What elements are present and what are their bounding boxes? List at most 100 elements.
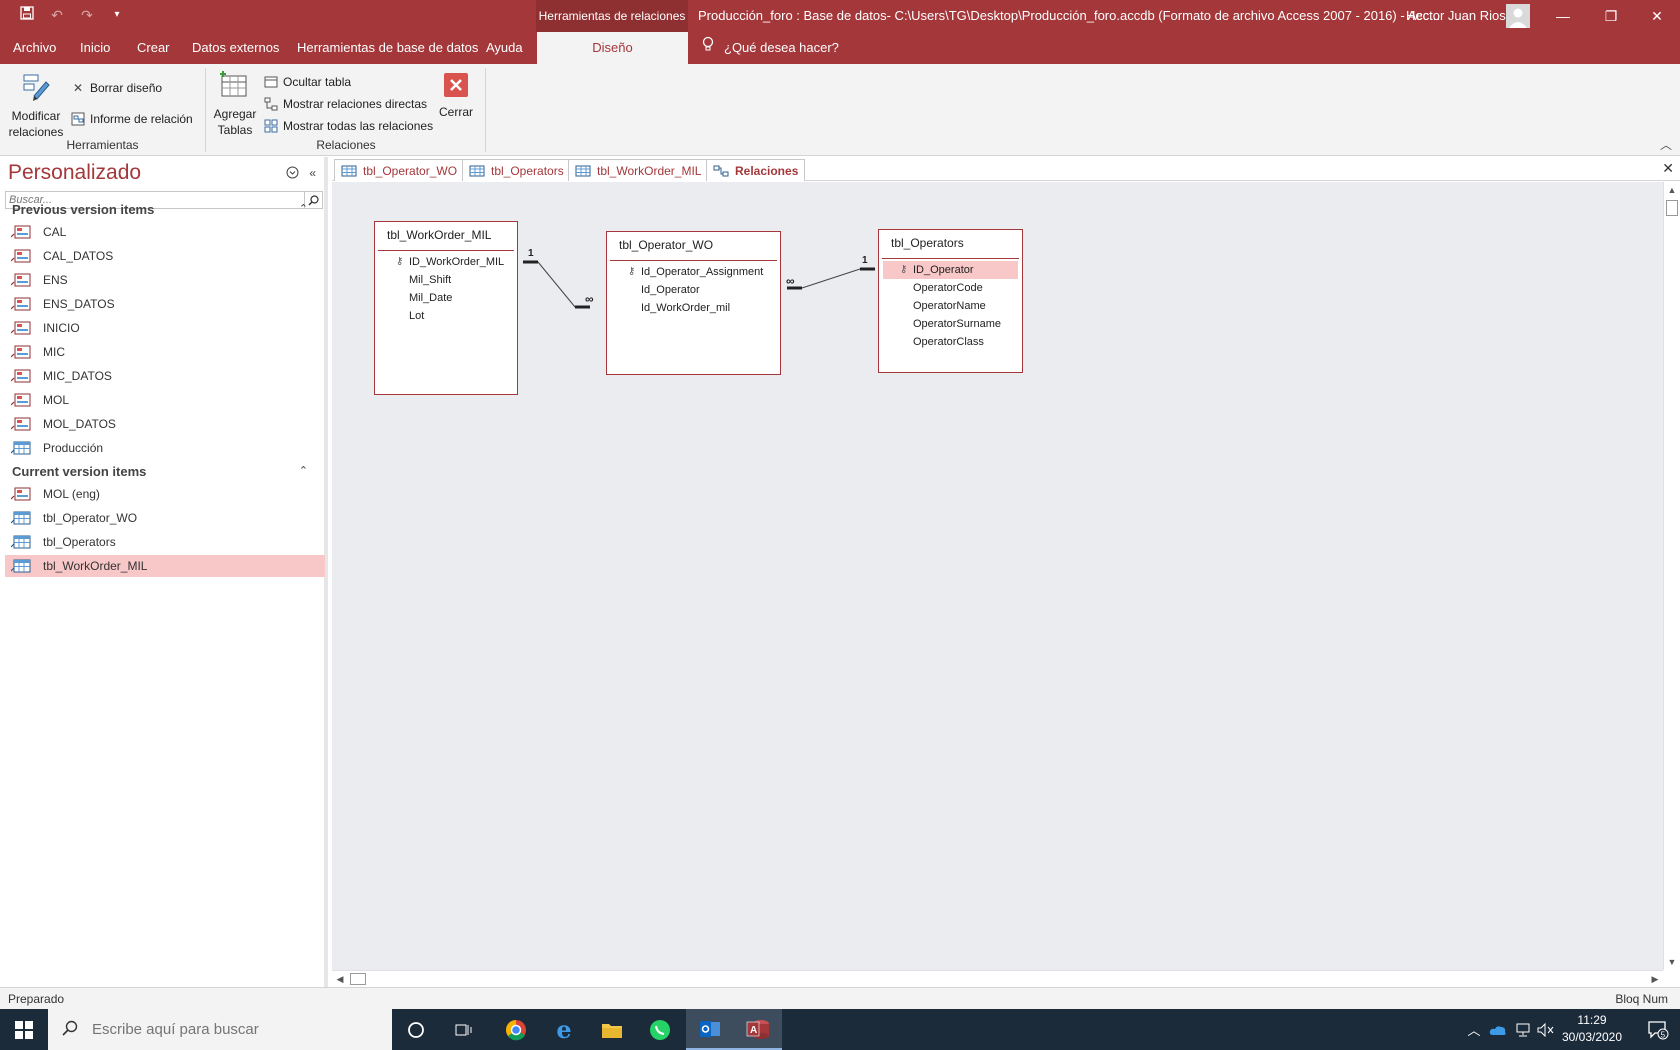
tab-herramientas-bd[interactable]: Herramientas de base de datos [293,32,482,64]
edge-icon[interactable]: e [540,1009,588,1050]
customize-qat-icon[interactable]: ▾ [108,6,126,24]
field-id-workorder-mil[interactable]: ⚷ ID_WorkOrder_MIL [379,253,513,271]
field-id-operator-assignment[interactable]: ⚷ Id_Operator_Assignment [611,263,776,281]
restore-button[interactable]: ❐ [1588,0,1634,32]
scroll-up-icon[interactable]: ▲ [1664,182,1680,198]
borrar-diseno-button[interactable]: ✕ Borrar diseño [70,80,162,96]
scroll-left-icon[interactable]: ◀ [332,971,348,987]
scroll-down-icon[interactable]: ▼ [1664,954,1680,970]
tab-datos-externos[interactable]: Datos externos [188,32,283,64]
undo-icon[interactable]: ↶ [48,6,66,24]
mostrar-directas-button[interactable]: Mostrar relaciones directas [263,96,427,112]
relationship-workorder-operatorwo[interactable] [523,260,590,309]
tab-diseno[interactable]: Diseño [537,32,688,64]
onedrive-icon[interactable] [1486,1009,1510,1050]
nav-section-header[interactable]: Previous version items ⌃ [0,199,324,221]
tab-ayuda[interactable]: Ayuda [482,32,527,64]
doc-tab-relaciones[interactable]: Relaciones [706,159,806,181]
field-lot[interactable]: Lot [379,307,513,325]
close-window-button[interactable]: ✕ [1634,0,1680,32]
nav-item-ens[interactable]: ENS [5,269,325,291]
notification-center-icon[interactable]: 5 [1636,1009,1680,1050]
nav-item-mol-eng-[interactable]: MOL (eng) [5,483,325,505]
nav-item-tbl-operator-wo[interactable]: tbl_Operator_WO [5,507,325,529]
taskbar-search-input[interactable] [92,1021,372,1038]
windows-start-icon[interactable] [0,1009,48,1050]
scroll-right-icon[interactable]: ▶ [1647,971,1663,987]
tab-archivo[interactable]: Archivo [9,32,60,64]
file-explorer-icon[interactable] [588,1009,636,1050]
table-box-workorder-mil[interactable]: tbl_WorkOrder_MIL ⚷ ID_WorkOrder_MIL Mil_S… [374,221,518,395]
redo-icon[interactable]: ↷ [78,6,96,24]
nav-item-ens-datos[interactable]: ENS_DATOS [5,293,325,315]
nav-item-producci-n[interactable]: Producción [5,437,325,459]
ocultar-tabla-button[interactable]: Ocultar tabla [263,74,351,90]
cortana-icon[interactable] [392,1009,440,1050]
close-document-icon[interactable]: ✕ [1662,160,1674,177]
informe-relacion-button[interactable]: Informe de relación [70,111,193,127]
field-mil-date[interactable]: Mil_Date [379,289,513,307]
ribbon: Modificar relaciones ✕ Borrar diseño Inf… [0,64,1680,156]
field-operatorsurname[interactable]: OperatorSurname [883,315,1018,333]
show-hidden-icons-icon[interactable]: ︿ [1462,1009,1486,1050]
nav-pane-title[interactable]: Personalizado [8,161,141,185]
tab-inicio[interactable]: Inicio [76,32,114,64]
doc-tab-tbl-operators[interactable]: tbl_Operators [462,159,571,181]
field-id-operator[interactable]: ⚷ ID_Operator [883,261,1018,279]
nav-item-mol[interactable]: MOL [5,389,325,411]
nav-item-mic[interactable]: MIC [5,341,325,363]
agregar-tablas-button[interactable]: Agregar Tablas [213,70,257,138]
nav-item-label: Producción [43,441,104,455]
nav-item-cal-datos[interactable]: CAL_DATOS [5,245,325,267]
field-id-workorder-mil[interactable]: Id_WorkOrder_mil [611,299,776,317]
relationships-canvas[interactable]: 1 ∞ ∞ 1 tbl_WorkOrder_MIL ⚷ ID_WorkOrder_… [332,182,1663,970]
vertical-scrollbar[interactable]: ▲ ▼ [1663,182,1680,970]
relationships-icon [713,165,729,177]
doc-tab-tbl-operator-wo[interactable]: tbl_Operator_WO [334,159,465,181]
vertical-scroll-thumb[interactable] [1666,200,1678,216]
horizontal-scroll-thumb[interactable] [350,973,366,985]
mostrar-todas-button[interactable]: Mostrar todas las relaciones [263,118,433,134]
field-operatorname[interactable]: OperatorName [883,297,1018,315]
avatar[interactable] [1506,4,1530,28]
nav-item-inicio[interactable]: INICIO [5,317,325,339]
doc-tab-tbl-workorder-mil[interactable]: tbl_WorkOrder_MIL [568,159,709,181]
taskbar-search[interactable] [48,1009,392,1050]
table-box-operator-wo[interactable]: tbl_Operator_WO ⚷ Id_Operator_Assignment I… [606,231,781,375]
field-mil-shift[interactable]: Mil_Shift [379,271,513,289]
field-operatorcode[interactable]: OperatorCode [883,279,1018,297]
nav-item-tbl-operators[interactable]: tbl_Operators [5,531,325,553]
nav-item-mol-datos[interactable]: MOL_DATOS [5,413,325,435]
table-box-operators[interactable]: tbl_Operators ⚷ ID_Operator OperatorCode Op… [878,229,1023,373]
save-icon[interactable] [18,6,36,24]
report-icon [70,111,86,127]
field-operatorclass[interactable]: OperatorClass [883,333,1018,351]
relationship-operators-operatorwo[interactable] [787,267,875,290]
user-name[interactable]: Hector Juan Rios [1406,0,1506,32]
cerrar-button[interactable]: Cerrar [435,72,477,120]
tell-me-box[interactable]: ¿Qué desea hacer? [702,32,839,64]
collapse-section-icon[interactable]: ⌃ [299,464,308,477]
collapse-section-icon[interactable]: ⌃ [299,202,308,215]
nav-section-header[interactable]: Current version items ⌃ [0,461,324,483]
task-view-icon[interactable] [440,1009,488,1050]
form-icon [10,417,31,431]
network-icon[interactable] [1510,1009,1534,1050]
doc-tab-label: Relaciones [735,163,799,178]
outlook-icon[interactable] [686,1009,734,1050]
modificar-relaciones-button[interactable]: Modificar relaciones [6,72,66,140]
minimize-button[interactable]: — [1540,0,1586,32]
access-app-icon[interactable]: A [734,1009,782,1050]
whatsapp-icon[interactable] [636,1009,684,1050]
taskbar-clock[interactable]: 11:29 30/03/2020 [1552,1012,1632,1046]
collapse-ribbon-icon[interactable]: ︿ [1660,136,1672,153]
tab-crear[interactable]: Crear [133,32,174,64]
nav-item-tbl-workorder-mil[interactable]: tbl_WorkOrder_MIL [5,555,325,577]
horizontal-scrollbar[interactable]: ◀ ▶ [332,970,1663,986]
nav-item-mic-datos[interactable]: MIC_DATOS [5,365,325,387]
nav-menu-icon[interactable] [286,166,299,182]
field-id-operator[interactable]: Id_Operator [611,281,776,299]
collapse-nav-icon[interactable]: « [309,166,316,182]
chrome-icon[interactable] [492,1009,540,1050]
nav-item-cal[interactable]: CAL [5,221,325,243]
